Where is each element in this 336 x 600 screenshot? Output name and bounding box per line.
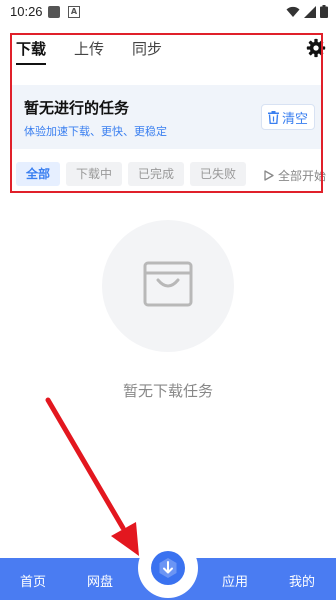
clear-button-label: 清空 — [281, 111, 308, 127]
filter-all[interactable]: 全部 — [16, 162, 61, 186]
wifi-icon — [286, 6, 300, 17]
trash-icon — [267, 110, 279, 124]
status-filter-chips: 全部 下载中 已完成 已失败 — [16, 162, 247, 186]
status-bar: 10:26 A — [0, 0, 336, 24]
notification-a-icon: A — [68, 6, 80, 18]
banner-subtitle[interactable]: 体验加速下载、更快、更稳定 — [24, 123, 167, 139]
no-task-banner: 暂无进行的任务 体验加速下载、更快、更稳定 清空 — [10, 85, 323, 149]
download-icon — [159, 558, 177, 578]
clear-button[interactable]: 清空 — [261, 104, 315, 130]
filter-downloading[interactable]: 下载中 — [66, 162, 123, 186]
nav-netdisk[interactable]: 网盘 — [87, 571, 113, 590]
nav-home[interactable]: 首页 — [20, 571, 46, 590]
signal-icon — [304, 5, 316, 18]
bag-icon — [143, 261, 193, 307]
tab-upload[interactable]: 上传 — [74, 38, 104, 59]
empty-state-text: 暂无下载任务 — [122, 382, 213, 400]
filter-failed[interactable]: 已失败 — [190, 162, 247, 186]
tab-sync[interactable]: 同步 — [132, 38, 162, 59]
transfer-tabs: 下载 上传 同步 — [16, 38, 162, 65]
nav-apps[interactable]: 应用 — [222, 571, 248, 590]
notification-square-icon — [48, 6, 60, 18]
status-time: 10:26 — [10, 4, 43, 19]
battery-icon — [320, 5, 328, 18]
play-icon — [264, 170, 274, 181]
start-all-label: 全部开始 — [277, 169, 326, 183]
gear-icon[interactable] — [306, 38, 326, 58]
download-center-button[interactable] — [151, 551, 185, 585]
start-all-button[interactable]: 全部开始 — [264, 167, 326, 184]
filter-completed[interactable]: 已完成 — [128, 162, 185, 186]
banner-title: 暂无进行的任务 — [24, 99, 130, 117]
tab-download[interactable]: 下载 — [16, 38, 47, 65]
nav-mine[interactable]: 我的 — [289, 571, 315, 590]
